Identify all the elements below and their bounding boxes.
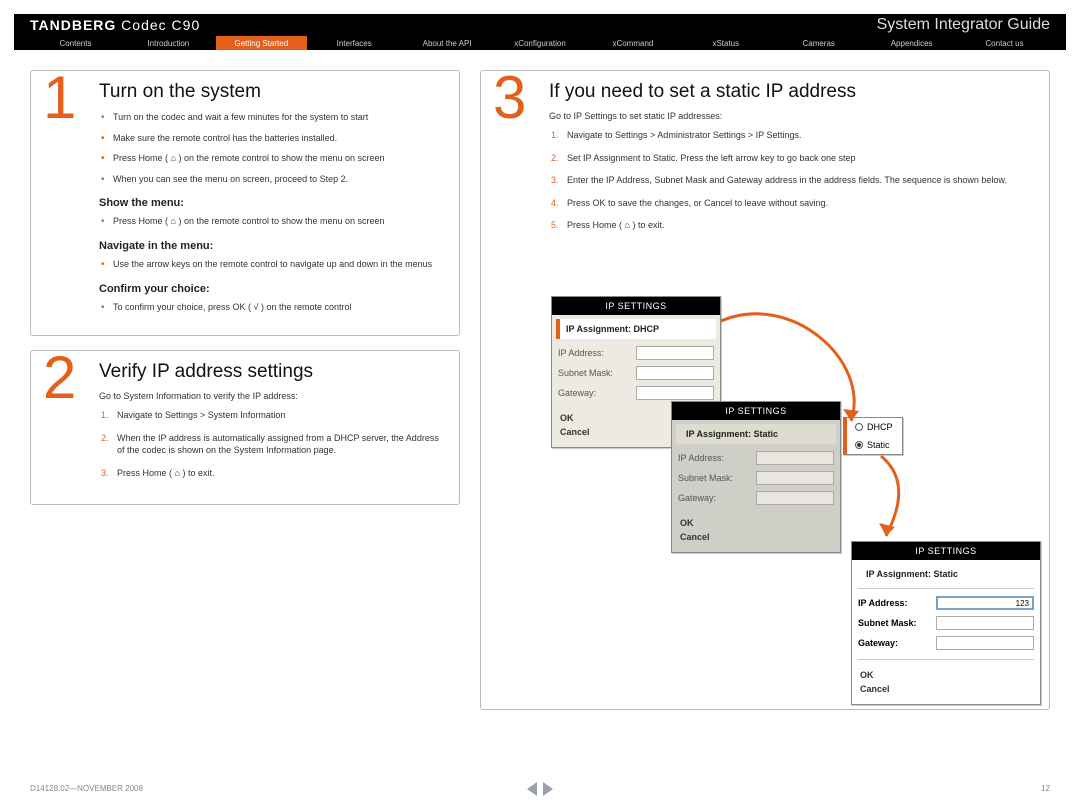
step-number-2: 2 — [43, 343, 76, 412]
step3-item: Press OK to save the changes, or Cancel … — [549, 197, 1035, 210]
brand-model: Codec C90 — [116, 17, 200, 33]
radio-dhcp-label: DHCP — [867, 422, 893, 432]
footer: D14128.02—NOVEMBER 2008 12 — [30, 784, 1050, 793]
ip-assignment-radio-popup: DHCP Static — [843, 417, 903, 455]
tab-xconfiguration[interactable]: xConfiguration — [495, 36, 586, 50]
tab-xcommand[interactable]: xCommand — [587, 36, 678, 50]
field-ip-address — [756, 451, 834, 465]
step3-item: Press Home ( ⌂ ) to exit. — [549, 219, 1035, 232]
lbl-ip-address: IP Address: — [858, 598, 936, 608]
radio-static-label: Static — [867, 440, 890, 450]
tab-interfaces[interactable]: Interfaces — [309, 36, 400, 50]
panel-step-2: 2 Verify IP address settings Go to Syste… — [30, 350, 460, 504]
next-page-icon[interactable] — [543, 782, 553, 796]
tab-getting-started[interactable]: Getting Started — [216, 36, 307, 50]
radio-icon-selected — [855, 441, 863, 449]
step1-sub-confirm: Confirm your choice: — [99, 283, 445, 295]
step3-intro: Go to IP Settings to set static IP addre… — [549, 111, 1035, 121]
ok-label: OK — [680, 518, 832, 528]
brand: TANDBERG Codec C90 — [30, 17, 200, 33]
step1-sub-navigate: Navigate in the menu: — [99, 240, 445, 252]
ipwin2-actions: OK Cancel — [672, 508, 840, 552]
step-number-1: 1 — [43, 63, 76, 132]
ip-assignment-dhcp: IP Assignment: DHCP — [556, 319, 716, 339]
lbl-ip-address: IP Address: — [558, 348, 636, 358]
ip-settings-window-2: IP SETTINGS IP Assignment: Static IP Add… — [671, 401, 841, 553]
field-ip-address-active: 123 — [936, 596, 1034, 610]
ok-label: OK — [860, 670, 1032, 680]
field-gateway — [636, 386, 714, 400]
ipwin3-actions: OK Cancel — [852, 660, 1040, 704]
ip-assignment-static: IP Assignment: Static — [676, 424, 836, 444]
field-ip-address — [636, 346, 714, 360]
tab-contact[interactable]: Contact us — [959, 36, 1050, 50]
ip-value: 123 — [1016, 599, 1029, 608]
field-subnet — [936, 616, 1034, 630]
flow-arrow-2 — [841, 451, 921, 551]
tab-introduction[interactable]: Introduction — [123, 36, 214, 50]
step1-title: Turn on the system — [99, 81, 445, 103]
lbl-subnet: Subnet Mask: — [558, 368, 636, 378]
step1-sub1-bullet: Press Home ( ⌂ ) on the remote control t… — [99, 215, 445, 228]
panel-step-1: 1 Turn on the system Turn on the codec a… — [30, 70, 460, 336]
step1-bullet: When you can see the menu on screen, pro… — [99, 173, 445, 186]
ip-settings-window-3: IP SETTINGS IP Assignment: Static IP Add… — [851, 541, 1041, 705]
step2-item: When the IP address is automatically ass… — [99, 432, 445, 457]
step2-intro: Go to System Information to verify the I… — [99, 391, 445, 401]
field-gateway — [756, 491, 834, 505]
lbl-ip-address: IP Address: — [678, 453, 756, 463]
lbl-gateway: Gateway: — [858, 638, 936, 648]
step1-bullet: Press Home ( ⌂ ) on the remote control t… — [99, 152, 445, 165]
step3-item: Set IP Assignment to Static. Press the l… — [549, 152, 1035, 165]
lbl-gateway: Gateway: — [678, 493, 756, 503]
doc-id: D14128.02—NOVEMBER 2008 — [30, 784, 143, 793]
top-bar: TANDBERG Codec C90 System Integrator Gui… — [14, 14, 1066, 36]
cancel-label: Cancel — [860, 684, 1032, 694]
step2-title: Verify IP address settings — [99, 361, 445, 383]
step1-sub2-bullet: Use the arrow keys on the remote control… — [99, 258, 445, 271]
radio-static: Static — [847, 436, 902, 454]
tab-bar: Contents Introduction Getting Started In… — [14, 36, 1066, 50]
ipwin-title: IP SETTINGS — [552, 297, 720, 315]
brand-bold: TANDBERG — [30, 17, 116, 33]
ipwin-title: IP SETTINGS — [672, 402, 840, 420]
step3-item: Navigate to Settings > Administrator Set… — [549, 129, 1035, 142]
tab-cameras[interactable]: Cameras — [773, 36, 864, 50]
step1-bullet: Make sure the remote control has the bat… — [99, 132, 445, 145]
tab-xstatus[interactable]: xStatus — [680, 36, 771, 50]
field-subnet — [636, 366, 714, 380]
lbl-subnet: Subnet Mask: — [678, 473, 756, 483]
step1-sub3-bullet: To confirm your choice, press OK ( √ ) o… — [99, 301, 445, 314]
ipwin-title: IP SETTINGS — [852, 542, 1040, 560]
step1-bullet: Turn on the codec and wait a few minutes… — [99, 111, 445, 124]
prev-page-icon[interactable] — [527, 782, 537, 796]
tab-about-api[interactable]: About the API — [402, 36, 493, 50]
cancel-label: Cancel — [680, 532, 832, 542]
step2-item: Navigate to Settings > System Informatio… — [99, 409, 445, 422]
radio-icon — [855, 423, 863, 431]
step3-item: Enter the IP Address, Subnet Mask and Ga… — [549, 174, 1035, 187]
step3-title: If you need to set a static IP address — [549, 81, 1035, 103]
lbl-subnet: Subnet Mask: — [858, 618, 936, 628]
page-number: 12 — [1041, 784, 1050, 793]
ip-assignment-static: IP Assignment: Static — [856, 564, 1036, 584]
panel-step-3: 3 If you need to set a static IP address… — [480, 70, 1050, 710]
lbl-gateway: Gateway: — [558, 388, 636, 398]
guide-title: System Integrator Guide — [877, 16, 1050, 34]
field-gateway — [936, 636, 1034, 650]
step-number-3: 3 — [493, 63, 526, 132]
step2-item: Press Home ( ⌂ ) to exit. — [99, 467, 445, 480]
step1-sub-show-menu: Show the menu: — [99, 197, 445, 209]
tab-contents[interactable]: Contents — [30, 36, 121, 50]
tab-appendices[interactable]: Appendices — [866, 36, 957, 50]
field-subnet — [756, 471, 834, 485]
radio-dhcp: DHCP — [847, 418, 902, 436]
